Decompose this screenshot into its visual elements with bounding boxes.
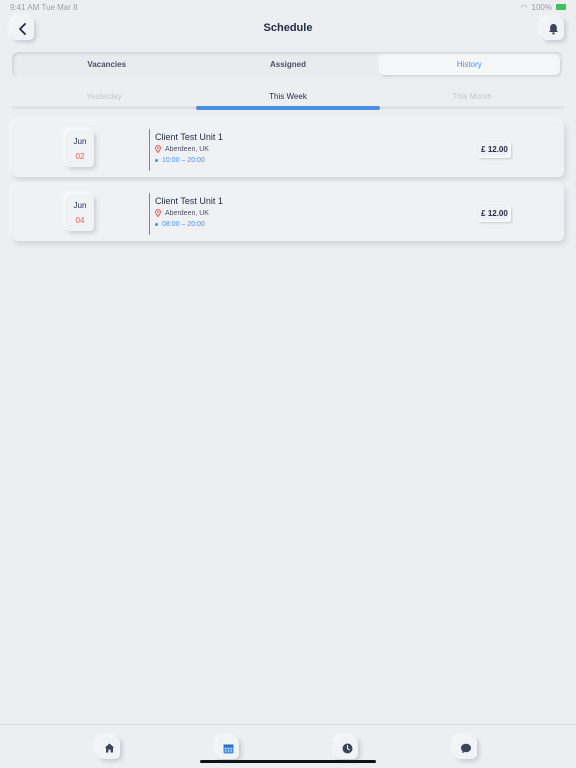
time-dot-icon (155, 223, 158, 226)
location-pin-icon (155, 209, 161, 217)
notifications-button[interactable] (542, 18, 564, 40)
shift-month: Jun (73, 137, 87, 146)
card-divider (149, 193, 150, 235)
segment-history[interactable]: History (378, 55, 560, 75)
shift-time-text: 10:00 – 20:00 (162, 157, 205, 164)
shift-info: Client Test Unit 1 Aberdeen, UK 08:00 – … (155, 196, 223, 228)
shift-time: 10:00 – 20:00 (155, 157, 223, 164)
shift-date: Jun 02 (66, 131, 94, 167)
home-icon (104, 743, 114, 753)
status-bar: 9:41 AM Tue Mar 8 ◠ 100% (0, 0, 576, 14)
tab-this-month[interactable]: This Month (380, 92, 564, 101)
card-divider (149, 129, 150, 171)
status-time: 9:41 AM Tue Mar 8 (10, 2, 78, 12)
period-tab-indicator (196, 106, 380, 110)
chat-icon (461, 743, 471, 753)
nav-home-button[interactable] (98, 737, 120, 759)
segment-assigned[interactable]: Assigned (197, 55, 378, 75)
status-indicators: ◠ 100% (521, 3, 566, 12)
page-title: Schedule (263, 22, 313, 34)
nav-history-button[interactable] (336, 737, 358, 759)
shift-location-text: Aberdeen, UK (165, 145, 209, 153)
shift-price: £ 12.00 (478, 142, 511, 158)
bell-icon (548, 24, 558, 35)
location-pin-icon (155, 145, 161, 153)
clock-icon (342, 743, 352, 753)
shift-card[interactable]: Jun 04 Client Test Unit 1 Aberdeen, UK 0… (12, 185, 564, 241)
tab-yesterday[interactable]: Yesterday (12, 92, 196, 101)
nav-messages-button[interactable] (455, 737, 477, 759)
shift-info: Client Test Unit 1 Aberdeen, UK 10:00 – … (155, 132, 223, 164)
home-indicator[interactable] (200, 760, 376, 763)
shift-location: Aberdeen, UK (155, 209, 223, 217)
shift-month: Jun (73, 201, 87, 210)
period-tabs: Yesterday This Week This Month (12, 88, 564, 104)
time-dot-icon (155, 159, 158, 162)
calendar-icon (223, 744, 233, 753)
wifi-icon: ◠ (520, 2, 528, 12)
shift-time: 08:00 – 20:00 (155, 221, 223, 228)
shift-day: 04 (75, 216, 85, 225)
schedule-segment-control: Vacancies Assigned History (12, 52, 564, 78)
shift-date: Jun 04 (66, 195, 94, 231)
shift-location-text: Aberdeen, UK (165, 209, 209, 217)
tab-this-week[interactable]: This Week (196, 92, 380, 101)
shift-title: Client Test Unit 1 (155, 196, 223, 206)
shift-location: Aberdeen, UK (155, 145, 223, 153)
shift-price: £ 12.00 (478, 206, 511, 222)
battery-icon (556, 4, 566, 10)
shift-day: 02 (75, 152, 85, 161)
segment-vacancies[interactable]: Vacancies (16, 55, 197, 75)
battery-percent: 100% (531, 2, 552, 12)
header: Schedule (0, 16, 576, 46)
shift-card[interactable]: Jun 02 Client Test Unit 1 Aberdeen, UK 1… (12, 121, 564, 177)
nav-schedule-button[interactable] (217, 737, 239, 759)
shift-title: Client Test Unit 1 (155, 132, 223, 142)
shift-time-text: 08:00 – 20:00 (162, 221, 205, 228)
